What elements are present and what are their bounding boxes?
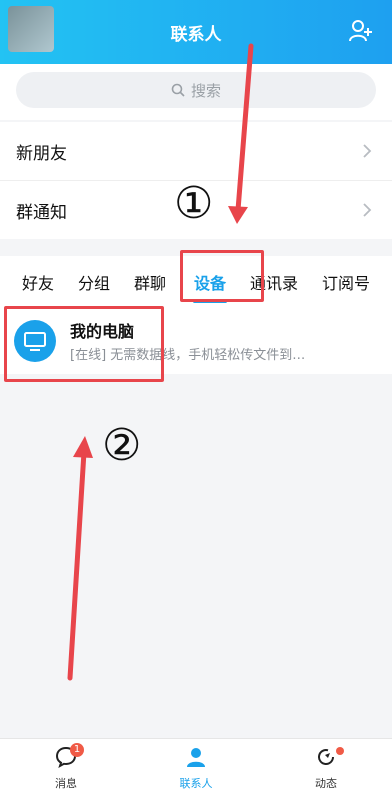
nav-messages-label: 消息 bbox=[55, 777, 77, 790]
nav-activity[interactable]: 动态 bbox=[266, 745, 386, 791]
unread-badge: 1 bbox=[70, 743, 84, 757]
new-activity-dot bbox=[336, 747, 344, 755]
arrow-2 bbox=[67, 436, 93, 681]
nav-contacts-label: 联系人 bbox=[179, 777, 213, 790]
contacts-icon bbox=[187, 748, 205, 767]
arrow-1 bbox=[228, 43, 254, 224]
annotation-arrows bbox=[67, 43, 254, 681]
bottom-navigation: 1 消息 联系人 动态 bbox=[0, 738, 392, 801]
nav-contacts[interactable]: 联系人 bbox=[136, 745, 256, 791]
activity-icon bbox=[318, 749, 334, 765]
nav-messages[interactable]: 1 消息 bbox=[6, 743, 126, 791]
nav-activity-label: 动态 bbox=[315, 777, 337, 790]
